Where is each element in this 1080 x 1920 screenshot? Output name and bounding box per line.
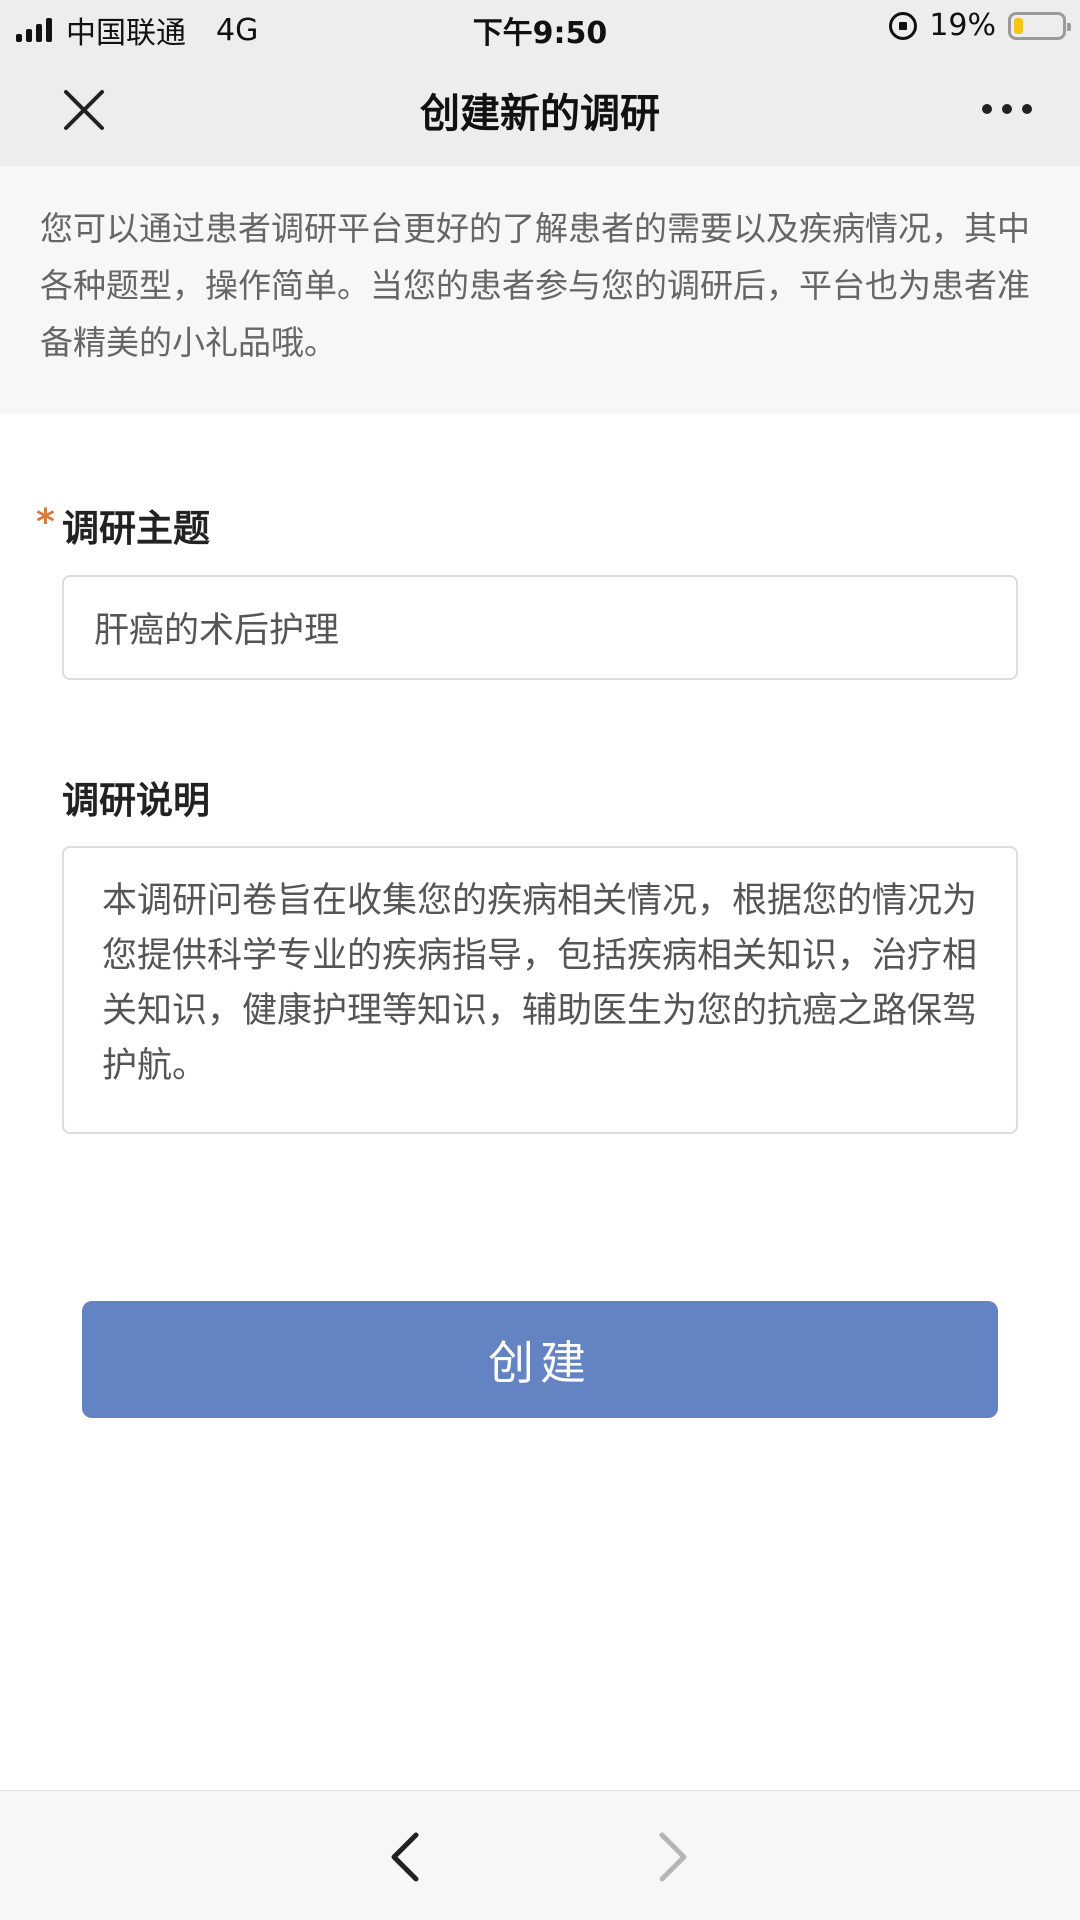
battery-fill	[1014, 17, 1023, 34]
topic-input[interactable]: 肝癌的术后护理	[62, 575, 1018, 680]
topic-label: 调研主题	[62, 507, 210, 550]
intro-panel: 您可以通过患者调研平台更好的了解患者的需要以及疾病情况，其中各种题型，操作简单。…	[0, 166, 1080, 414]
close-icon[interactable]	[62, 88, 106, 132]
rotation-lock-icon	[889, 11, 918, 40]
back-arrow-icon[interactable]	[386, 1829, 426, 1885]
description-textarea[interactable]: 本调研问卷旨在收集您的疾病相关情况，根据您的情况为您提供科学专业的疾病指导，包括…	[62, 846, 1018, 1134]
status-right: 19%	[889, 8, 1071, 43]
status-bar: 中国联通 4G 下午9:50 19%	[0, 0, 1080, 54]
intro-text: 您可以通过患者调研平台更好的了解患者的需要以及疾病情况，其中各种题型，操作简单。…	[40, 209, 1030, 362]
description-value: 本调研问卷旨在收集您的疾病相关情况，根据您的情况为您提供科学专业的疾病指导，包括…	[102, 881, 978, 1086]
create-button[interactable]: 创建	[82, 1301, 998, 1418]
forward-arrow-icon[interactable]	[652, 1829, 692, 1885]
nav-bar: 创建新的调研	[0, 54, 1080, 166]
page-title: 创建新的调研	[420, 91, 660, 137]
description-label: 调研说明	[62, 779, 210, 822]
more-icon[interactable]	[982, 104, 1032, 114]
bottom-toolbar	[0, 1790, 1080, 1920]
battery-percent: 19%	[929, 8, 996, 43]
topic-input-value: 肝癌的术后护理	[94, 611, 340, 651]
required-mark: *	[36, 502, 55, 543]
battery-icon	[1008, 11, 1071, 40]
